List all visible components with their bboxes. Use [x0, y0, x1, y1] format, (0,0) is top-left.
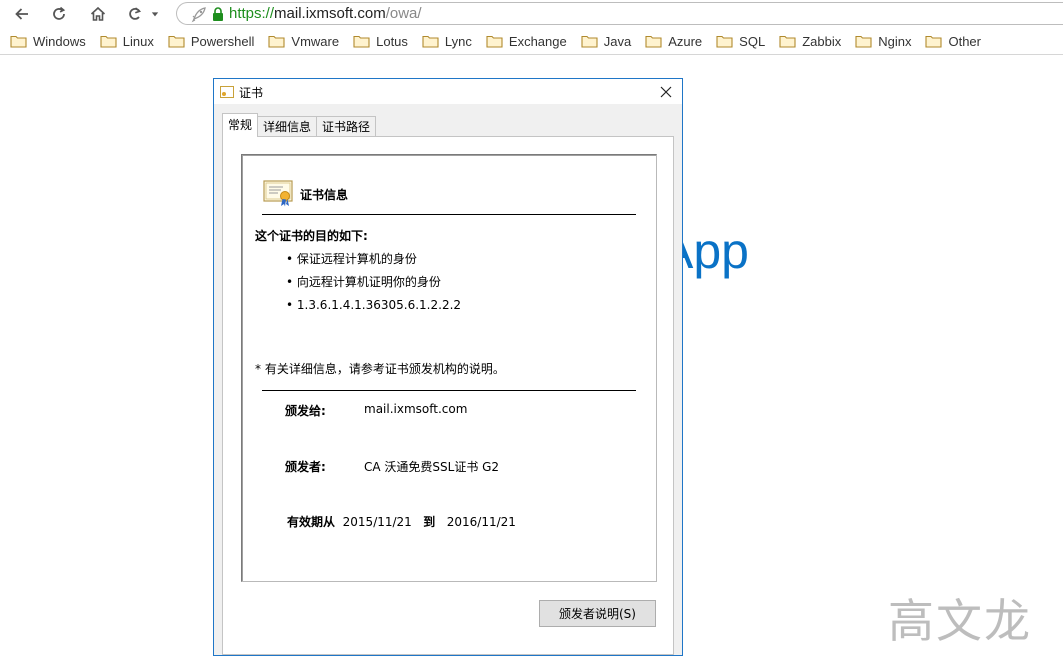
reload-icon [53, 6, 66, 20]
bookmark-folder[interactable]: Powershell [168, 33, 255, 49]
bookmark-folder[interactable]: Linux [100, 34, 154, 49]
bookmark-label: Other [948, 33, 981, 49]
footnote-text: * 有关详细信息，请参考证书颁发机构的说明。 [255, 362, 505, 376]
bookmark-label: Zabbix [802, 33, 842, 49]
bookmark-label: Windows [33, 33, 86, 49]
purpose-heading: 这个证书的目的如下: [255, 229, 368, 243]
folder-icon [168, 35, 185, 48]
dialog-titlebar[interactable]: 证书 [214, 79, 682, 104]
divider-top [262, 214, 636, 215]
folder-icon [353, 35, 370, 48]
tab-details[interactable]: 详细信息 [257, 116, 318, 137]
history-undo-button[interactable] [123, 3, 147, 25]
bookmark-folder[interactable]: Nginx [855, 34, 911, 49]
folder-icon [268, 35, 285, 48]
divider-bottom [262, 390, 636, 391]
general-tab-panel: 证书信息 这个证书的目的如下: 保证远程计算机的身份 向远程计算机证明你的身份 … [222, 136, 674, 655]
purpose-list: 保证远程计算机的身份 向远程计算机证明你的身份 1.3.6.1.4.1.3630… [286, 251, 461, 320]
bookmark-folder[interactable]: Azure [645, 34, 702, 49]
url-host: mail.ixmsoft.com [274, 5, 386, 22]
browser-toolbar: https://mail.ixmsoft.com/owa/ [0, 0, 1063, 28]
url-scheme: https:// [229, 5, 275, 22]
bookmark-folder[interactable]: Exchange [486, 34, 567, 49]
bookmark-label: Vmware [291, 33, 340, 49]
issued-by-value: CA 沃通免费SSL证书 G2 [364, 460, 500, 474]
bookmark-folder[interactable]: Lotus [353, 34, 408, 49]
rocket-icon[interactable] [190, 5, 208, 23]
issued-to-value: mail.ixmsoft.com [364, 402, 468, 416]
bookmark-folder[interactable]: Java [581, 34, 631, 49]
back-button[interactable] [10, 3, 34, 25]
reload-button[interactable] [47, 3, 71, 25]
address-bar[interactable]: https://mail.ixmsoft.com/owa/ [176, 2, 1063, 25]
purpose-item: 保证远程计算机的身份 [286, 251, 461, 274]
home-icon [90, 6, 106, 21]
validity-to-word: 到 [423, 515, 436, 529]
bookmark-label: Lotus [376, 33, 408, 49]
author-watermark: 高文龙 [888, 594, 1032, 648]
back-icon [15, 8, 28, 20]
purpose-item: 1.3.6.1.4.1.36305.6.1.2.2.2 [286, 297, 461, 320]
home-button[interactable] [86, 3, 110, 25]
purpose-item: 向远程计算机证明你的身份 [286, 274, 461, 297]
certificate-info-heading: 证书信息 [300, 188, 349, 202]
bookmark-label: Azure [668, 33, 703, 49]
valid-to-date: 2016/11/21 [446, 515, 516, 529]
bookmark-label: Nginx [878, 33, 912, 49]
dialog-close-button[interactable] [656, 82, 676, 102]
folder-icon [645, 35, 662, 48]
bookmark-folder[interactable]: Other [925, 34, 981, 49]
bookmarks-bar: Windows Linux Powershell Vmware Lotus Lync Exc… [0, 28, 1063, 55]
validity-period: 有效期从 2015/11/21 到 2016/11/21 [287, 513, 516, 530]
close-icon [660, 86, 672, 98]
bookmark-label: Powershell [190, 33, 255, 49]
validity-label: 有效期从 [287, 515, 336, 529]
url-path: /owa/ [385, 5, 422, 22]
bookmark-label: SQL [739, 33, 766, 49]
certificate-info-box: 证书信息 这个证书的目的如下: 保证远程计算机的身份 向远程计算机证明你的身份 … [241, 154, 657, 582]
tab-general[interactable]: 常规 [222, 113, 259, 137]
folder-icon [855, 35, 872, 48]
folder-icon [716, 35, 733, 48]
bookmark-label: Linux [122, 33, 154, 49]
folder-icon [486, 35, 503, 48]
folder-icon [422, 35, 439, 48]
history-dropdown[interactable] [148, 3, 162, 25]
certificate-small-icon [220, 86, 234, 98]
dialog-title: 证书 [239, 86, 264, 100]
certificate-dialog: 证书 常规 详细信息 证书路径 证书信息 这个证书的目的如下: • 保证远程计算… [213, 78, 683, 656]
bookmark-folder[interactable]: Windows [10, 34, 86, 49]
dialog-tabs: 常规 详细信息 证书路径 [222, 113, 377, 137]
tab-cert-path[interactable]: 证书路径 [316, 116, 377, 137]
issued-to-label: 颁发给: [285, 404, 326, 418]
valid-from-date: 2015/11/21 [342, 515, 412, 529]
folder-icon [10, 35, 27, 48]
folder-icon [925, 35, 943, 48]
bookmark-label: Exchange [508, 33, 567, 49]
certificate-icon [263, 180, 293, 207]
bookmark-label: Lync [444, 33, 472, 49]
folder-icon [581, 35, 598, 48]
bookmark-folder[interactable]: SQL [716, 34, 765, 49]
history-undo-icon [129, 7, 142, 20]
bookmark-folder[interactable]: Lync [422, 34, 472, 49]
issuer-statement-button[interactable]: 颁发者说明(S) [539, 600, 656, 627]
url-text[interactable]: https://mail.ixmsoft.com/owa/ [229, 5, 422, 22]
bookmark-folder[interactable]: Zabbix [779, 34, 841, 49]
lock-icon[interactable] [212, 6, 224, 21]
folder-icon [100, 35, 117, 48]
issued-by-label: 颁发者: [285, 460, 326, 474]
dropdown-caret-icon [151, 12, 159, 17]
bookmark-label: Java [603, 33, 632, 49]
folder-icon [779, 35, 796, 48]
bookmark-folder[interactable]: Vmware [268, 34, 339, 49]
